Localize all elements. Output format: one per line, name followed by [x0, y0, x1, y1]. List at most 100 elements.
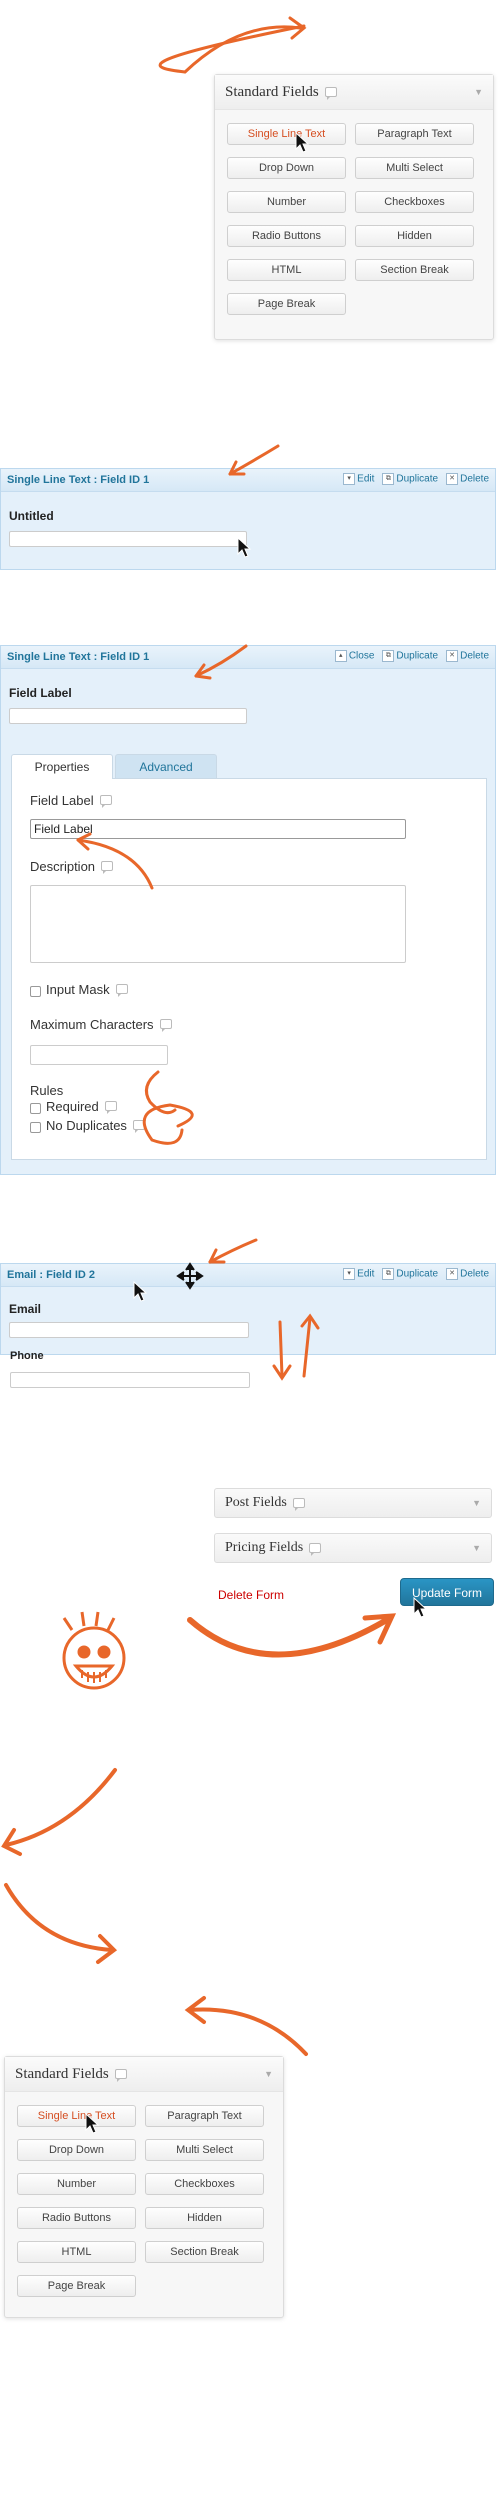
- arrow-icon: [272, 1364, 292, 1381]
- arrow-icon: [4, 1768, 117, 1847]
- standard-fields-panel: Standard Fields ▼ Single Line Text Parag…: [214, 74, 494, 340]
- collapse-arrow-icon[interactable]: ▼: [472, 1498, 481, 1508]
- checkboxes-button[interactable]: Checkboxes: [145, 2173, 264, 2195]
- duplicate-action[interactable]: ⧉ Duplicate: [382, 1268, 438, 1280]
- panel-header[interactable]: Standard Fields ▼: [215, 75, 493, 110]
- field-bar-title: Email : Field ID 2: [7, 1269, 96, 1281]
- required-label: Required: [46, 1099, 117, 1114]
- field-label: Field Label: [9, 686, 72, 700]
- help-bubble-icon[interactable]: [159, 1019, 172, 1032]
- collapse-arrow-icon[interactable]: ▼: [472, 1543, 481, 1553]
- required-checkbox[interactable]: [30, 1103, 41, 1114]
- arrow-icon: [183, 25, 302, 74]
- duplicate-action[interactable]: ⧉ Duplicate: [382, 650, 438, 662]
- drop-down-button[interactable]: Drop Down: [227, 157, 346, 179]
- number-button[interactable]: Number: [227, 191, 346, 213]
- single-line-text-button[interactable]: Single Line Text: [17, 2105, 136, 2127]
- duplicate-icon: ⧉: [382, 650, 395, 662]
- phone-preview-input[interactable]: [10, 1372, 250, 1388]
- input-mask-checkbox[interactable]: [30, 986, 41, 997]
- multi-select-button[interactable]: Multi Select: [355, 157, 474, 179]
- field-label: Untitled: [9, 509, 54, 523]
- rules-heading: Rules: [30, 1083, 64, 1098]
- field-label-input[interactable]: Field Label: [30, 819, 406, 839]
- smiley-face-icon: [62, 1611, 126, 1690]
- section-break-button[interactable]: Section Break: [355, 259, 474, 281]
- paragraph-text-button[interactable]: Paragraph Text: [145, 2105, 264, 2127]
- help-bubble-icon[interactable]: [114, 2069, 127, 2082]
- field-actions: ▴ Close ⧉ Duplicate ✕ Delete: [334, 650, 489, 662]
- html-button[interactable]: HTML: [227, 259, 346, 281]
- hidden-button[interactable]: Hidden: [145, 2207, 264, 2229]
- field-bar-title: Single Line Text : Field ID 1: [7, 651, 150, 663]
- help-bubble-icon[interactable]: [324, 87, 337, 100]
- delete-icon: ✕: [446, 650, 459, 662]
- pricing-fields-panel[interactable]: Pricing Fields ▼: [214, 1533, 492, 1563]
- help-bubble-icon[interactable]: [115, 984, 128, 997]
- help-bubble-icon[interactable]: [99, 795, 112, 808]
- html-button[interactable]: HTML: [17, 2241, 136, 2263]
- radio-buttons-button[interactable]: Radio Buttons: [227, 225, 346, 247]
- collapse-arrow-icon[interactable]: ▼: [474, 87, 483, 97]
- close-action[interactable]: ▴ Close: [334, 650, 374, 662]
- delete-action[interactable]: ✕ Delete: [446, 473, 489, 485]
- panel-header[interactable]: Standard Fields ▼: [5, 2057, 283, 2092]
- input-mask-label: Input Mask: [46, 982, 128, 997]
- duplicate-action[interactable]: ⧉ Duplicate: [382, 473, 438, 485]
- field-label-value: Field Label: [34, 822, 93, 836]
- section-break-button[interactable]: Section Break: [145, 2241, 264, 2263]
- tab-properties[interactable]: Properties: [11, 754, 113, 779]
- delete-icon: ✕: [446, 473, 459, 485]
- help-bubble-icon[interactable]: [292, 1498, 305, 1511]
- edit-action[interactable]: ▾ Edit: [343, 1268, 374, 1280]
- arrow-icon: [208, 1238, 258, 1264]
- max-chars-input[interactable]: [30, 1045, 168, 1065]
- page-break-button[interactable]: Page Break: [17, 2275, 136, 2297]
- collapse-arrow-icon[interactable]: ▼: [264, 2069, 273, 2079]
- single-line-text-button[interactable]: Single Line Text: [227, 123, 346, 145]
- paragraph-text-button[interactable]: Paragraph Text: [355, 123, 474, 145]
- field-bar[interactable]: Single Line Text : Field ID 1 ▴ Close ⧉ Du…: [1, 646, 495, 669]
- panel-title: Standard Fields: [15, 2065, 109, 2082]
- number-button[interactable]: Number: [17, 2173, 136, 2195]
- update-form-button[interactable]: Update Form: [400, 1578, 494, 1606]
- help-bubble-icon[interactable]: [309, 1543, 322, 1556]
- edit-icon: ▾: [343, 473, 356, 485]
- field-1-collapsed: Single Line Text : Field ID 1 ▾ Edit ⧉ Dup…: [0, 468, 496, 570]
- help-bubble-icon[interactable]: [101, 861, 114, 874]
- delete-action[interactable]: ✕ Delete: [446, 650, 489, 662]
- arrow-icon: [362, 1613, 397, 1645]
- arrow-icon: [288, 16, 307, 40]
- arrow-icon: [184, 1996, 206, 2024]
- field-bar[interactable]: Single Line Text : Field ID 1 ▾ Edit ⧉ Dup…: [1, 469, 495, 492]
- no-duplicates-checkbox[interactable]: [30, 1122, 41, 1133]
- arrow-icon: [1, 1828, 22, 1856]
- field-preview-input[interactable]: [9, 708, 247, 724]
- page-break-button[interactable]: Page Break: [227, 293, 346, 315]
- edit-icon: ▾: [343, 1268, 356, 1280]
- duplicate-icon: ⧉: [382, 1268, 395, 1280]
- field-label-heading: Field Label: [30, 793, 112, 808]
- radio-buttons-button[interactable]: Radio Buttons: [17, 2207, 136, 2229]
- field-2-collapsed: Email : Field ID 2 ▾ Edit ⧉ Duplicate ✕ Del…: [0, 1263, 496, 1355]
- field-bar[interactable]: Email : Field ID 2 ▾ Edit ⧉ Duplicate ✕ Del…: [1, 1264, 495, 1287]
- properties-panel: Field Label Field Label Description Inpu…: [11, 778, 487, 1160]
- post-fields-panel[interactable]: Post Fields ▼: [214, 1488, 492, 1518]
- field-bar-title: Single Line Text : Field ID 1: [7, 474, 150, 486]
- arrow-icon: [188, 2007, 308, 2056]
- checkboxes-button[interactable]: Checkboxes: [355, 191, 474, 213]
- drop-down-button[interactable]: Drop Down: [17, 2139, 136, 2161]
- field-actions: ▾ Edit ⧉ Duplicate ✕ Delete: [343, 1268, 489, 1280]
- delete-action[interactable]: ✕ Delete: [446, 1268, 489, 1280]
- multi-select-button[interactable]: Multi Select: [145, 2139, 264, 2161]
- help-bubble-icon[interactable]: [132, 1120, 145, 1133]
- delete-form-link[interactable]: Delete Form: [218, 1588, 284, 1602]
- field-preview-input[interactable]: [9, 1322, 249, 1338]
- hidden-button[interactable]: Hidden: [355, 225, 474, 247]
- description-textarea[interactable]: [30, 885, 406, 963]
- help-bubble-icon[interactable]: [104, 1101, 117, 1114]
- post-fields-title: Post Fields: [225, 1495, 287, 1510]
- tab-advanced[interactable]: Advanced: [115, 754, 217, 779]
- field-preview-input[interactable]: [9, 531, 247, 547]
- edit-action[interactable]: ▾ Edit: [343, 473, 374, 485]
